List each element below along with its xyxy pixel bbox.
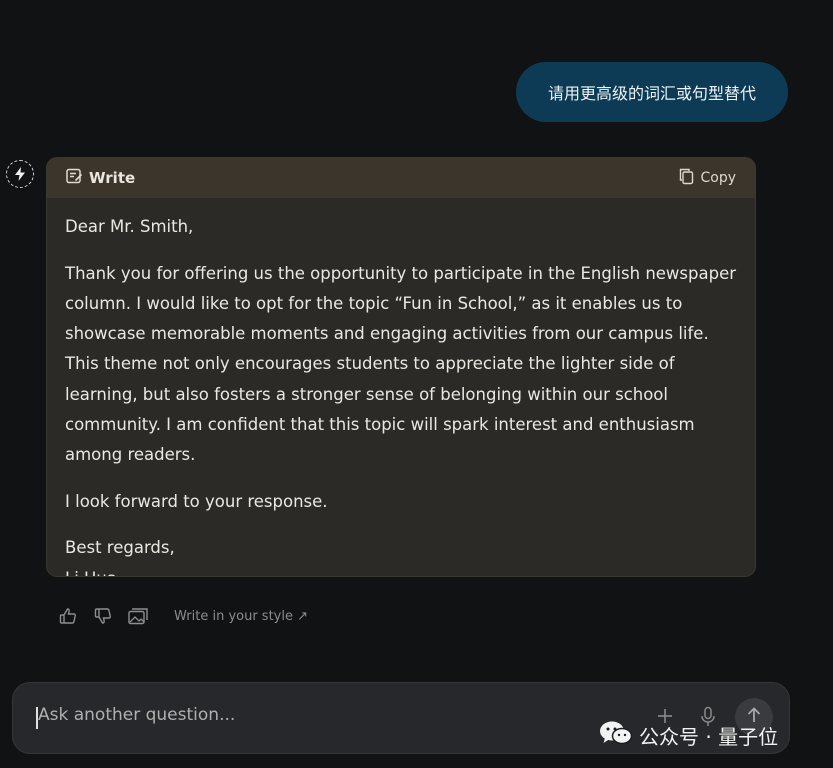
thumbs-down-icon[interactable] [93,606,113,626]
bot-avatar-icon [6,160,34,188]
response-card: Write Copy Dear Mr. Smith, Thank you for… [46,157,756,577]
card-header: Write Copy [47,158,755,198]
image-icon[interactable] [128,606,148,626]
question-input-placeholder[interactable]: Ask another question... [38,705,235,725]
copy-label: Copy [700,170,736,186]
write-label: Write [89,169,136,187]
write-header: Write [66,168,135,188]
thumbs-up-icon[interactable] [58,606,78,626]
write-in-your-style-link[interactable]: Write in your style ↗ [174,609,308,624]
letter-greeting: Dear Mr. Smith, [65,217,194,236]
letter-paragraph-2: I look forward to your response. [65,491,328,511]
copy-icon [679,168,694,189]
user-message-text: 请用更高级的词汇或句型替代 [547,84,756,103]
copy-button[interactable]: Copy [679,168,736,189]
letter-signature: Li Hua [65,564,737,576]
watermark-text: 公众号 · 量子位 [639,725,779,749]
letter-paragraph-1: Thank you for offering us the opportunit… [65,263,737,464]
letter-closing: Best regards, [65,538,175,558]
letter-body: Dear Mr. Smith, Thank you for offering u… [47,198,755,576]
response-actions: Write in your style ↗ [58,604,308,628]
watermark: 公众号 · 量子位 [599,720,778,751]
wechat-icon [599,720,633,751]
write-icon [66,168,83,188]
user-message-bubble: 请用更高级的词汇或句型替代 [516,62,788,122]
